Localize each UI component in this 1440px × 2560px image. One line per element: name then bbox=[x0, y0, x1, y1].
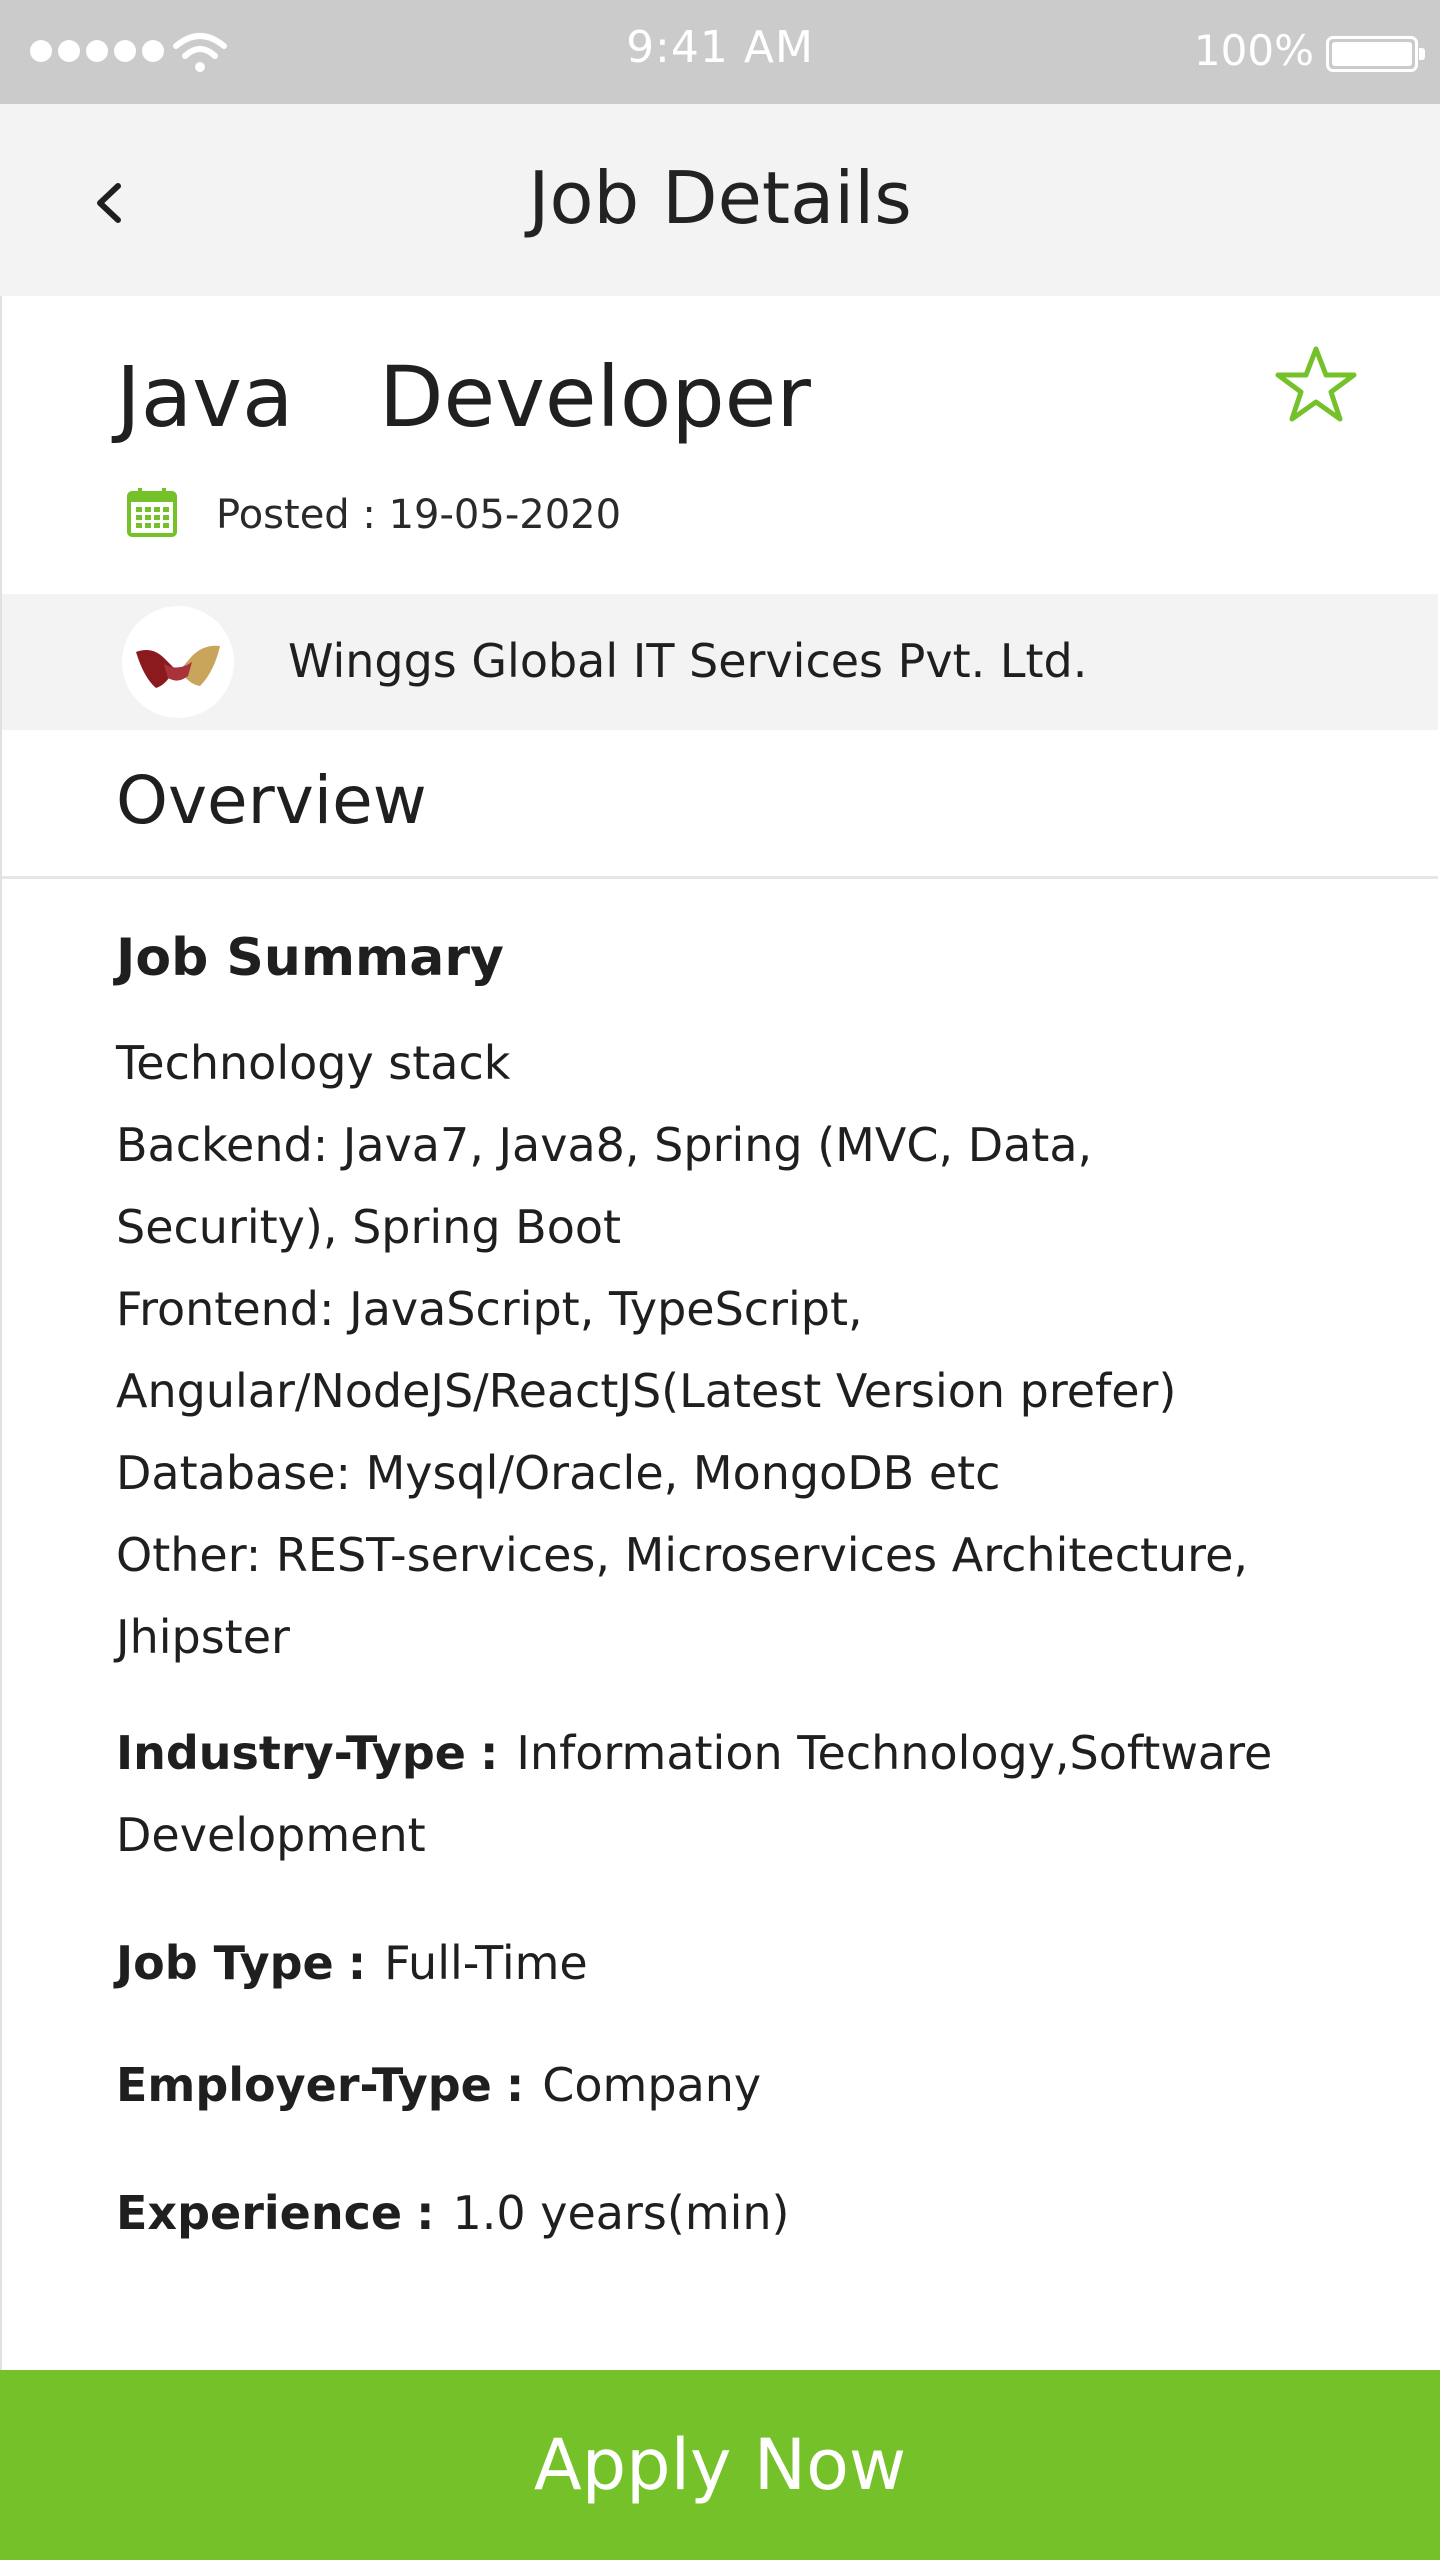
industry-type-value-cont: Development bbox=[116, 1808, 426, 1862]
summary-line: Jhipster bbox=[116, 1610, 290, 1664]
experience-value: 1.0 years(min) bbox=[452, 2186, 790, 2240]
calendar-icon bbox=[127, 488, 177, 537]
battery-percent: 100% bbox=[1193, 26, 1314, 75]
summary-line: Angular/NodeJS/ReactJS(Latest Version pr… bbox=[116, 1364, 1177, 1418]
overview-heading: Overview bbox=[116, 762, 427, 839]
separator: : bbox=[347, 1936, 367, 1990]
apply-now-button[interactable]: Apply Now bbox=[0, 2370, 1440, 2560]
summary-line: Security), Spring Boot bbox=[116, 1200, 622, 1254]
summary-line: Frontend: JavaScript, TypeScript, bbox=[116, 1282, 863, 1336]
industry-type-row: Industry-Type: Information Technology,Sof… bbox=[116, 1712, 1272, 1876]
company-name: Winggs Global IT Services Pvt. Ltd. bbox=[288, 634, 1088, 688]
posted-date: Posted : 19-05-2020 bbox=[216, 492, 622, 538]
industry-type-label: Industry-Type bbox=[116, 1726, 466, 1780]
star-icon[interactable] bbox=[1274, 344, 1358, 424]
company-logo bbox=[122, 606, 234, 718]
job-type-value: Full-Time bbox=[384, 1936, 588, 1990]
summary-line: Backend: Java7, Java8, Spring (MVC, Data… bbox=[116, 1118, 1093, 1172]
status-bar: 9:41 AM 100% bbox=[0, 0, 1440, 104]
page-title: Job Details bbox=[528, 156, 912, 240]
separator: : bbox=[416, 2186, 435, 2240]
job-type-row: Job Type: Full-Time bbox=[116, 1922, 588, 2004]
job-type-label: Job Type bbox=[116, 1936, 334, 1990]
industry-type-value: Information Technology,Software bbox=[516, 1726, 1273, 1780]
battery-icon bbox=[1326, 36, 1425, 72]
job-summary-text: Technology stack Backend: Java7, Java8, … bbox=[116, 1022, 1346, 1678]
employer-type-label: Employer-Type bbox=[116, 2058, 492, 2112]
experience-row: Experience:1.0 years(min) bbox=[116, 2172, 790, 2254]
nav-bar: Job Details bbox=[0, 104, 1440, 296]
divider bbox=[2, 876, 1438, 879]
summary-line: Technology stack bbox=[116, 1036, 511, 1090]
separator: : bbox=[479, 1726, 499, 1780]
company-bar[interactable]: Winggs Global IT Services Pvt. Ltd. bbox=[2, 594, 1438, 730]
job-title: Java Developer bbox=[116, 348, 811, 446]
employer-type-value: Company bbox=[542, 2058, 762, 2112]
separator: : bbox=[505, 2058, 525, 2112]
experience-label: Experience bbox=[116, 2186, 403, 2240]
job-summary-heading: Job Summary bbox=[116, 928, 504, 988]
summary-line: Other: REST-services, Microservices Arch… bbox=[116, 1528, 1249, 1582]
summary-line: Database: Mysql/Oracle, MongoDB etc bbox=[116, 1446, 1001, 1500]
employer-type-row: Employer-Type: Company bbox=[116, 2044, 761, 2126]
job-header: Java Developer Posted : 19-05-2020 bbox=[2, 296, 1438, 592]
